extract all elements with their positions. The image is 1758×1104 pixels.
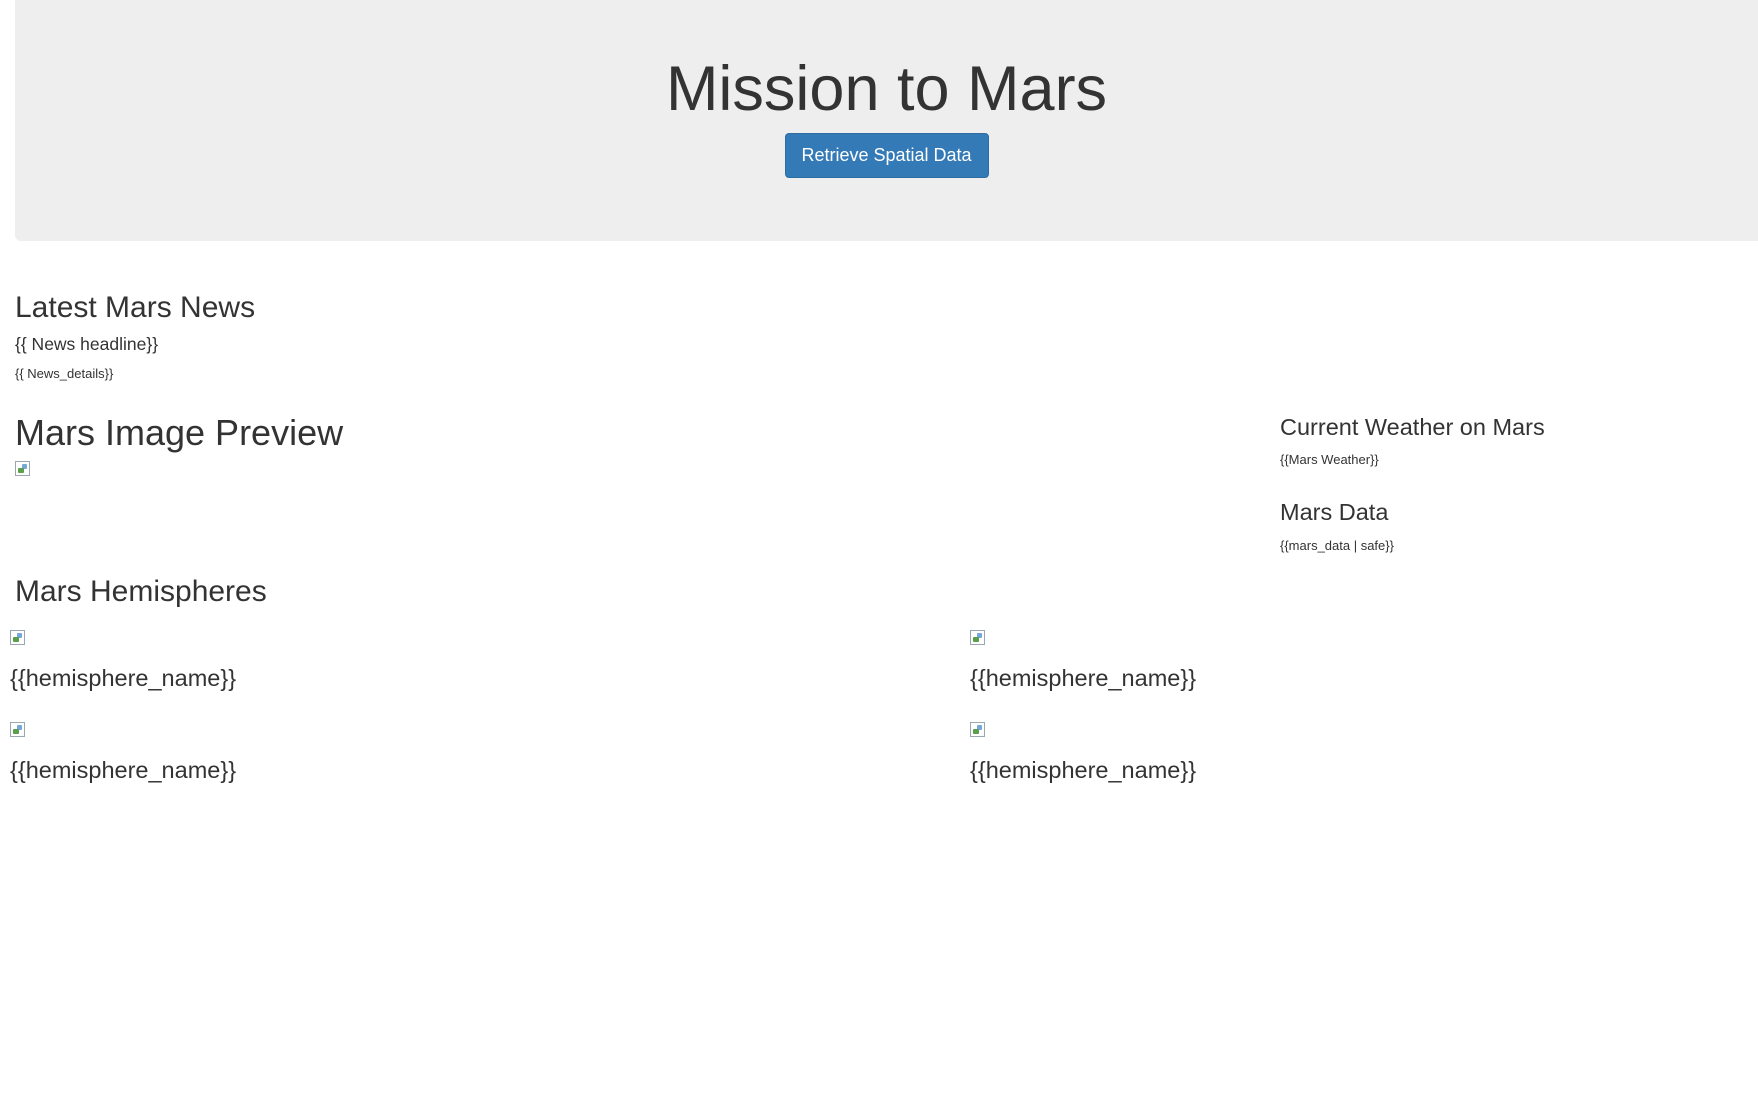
jumbotron-header: Mission to Mars Retrieve Spatial Data <box>15 0 1758 241</box>
hemisphere-name: {{hemisphere_name}} <box>10 665 237 691</box>
mars-data-heading: Mars Data <box>1280 499 1389 525</box>
retrieve-spatial-data-button[interactable]: Retrieve Spatial Data <box>784 133 989 178</box>
news-details: {{ News_details}} <box>15 366 114 381</box>
mars-data-text: {{mars_data | safe}} <box>1280 538 1394 553</box>
page: Mission to Mars Retrieve Spatial Data La… <box>0 0 1758 1104</box>
hemisphere-image-broken-icon <box>970 722 985 737</box>
featured-image-broken-icon <box>15 461 30 476</box>
hemisphere-name: {{hemisphere_name}} <box>970 757 1197 783</box>
image-preview-heading: Mars Image Preview <box>15 412 344 453</box>
hemisphere-name: {{hemisphere_name}} <box>10 757 237 783</box>
weather-text: {{Mars Weather}} <box>1280 452 1379 467</box>
page-title: Mission to Mars <box>665 54 1108 124</box>
hemisphere-name: {{hemisphere_name}} <box>970 665 1197 691</box>
hemisphere-image-broken-icon <box>10 630 25 645</box>
hemisphere-image-broken-icon <box>10 722 25 737</box>
latest-news-heading: Latest Mars News <box>15 291 256 324</box>
button-wrapper: Retrieve Spatial Data <box>15 133 1758 178</box>
hemisphere-image-broken-icon <box>970 630 985 645</box>
news-headline: {{ News headline}} <box>15 334 159 354</box>
hemispheres-heading: Mars Hemispheres <box>15 575 267 608</box>
weather-heading: Current Weather on Mars <box>1280 414 1545 440</box>
